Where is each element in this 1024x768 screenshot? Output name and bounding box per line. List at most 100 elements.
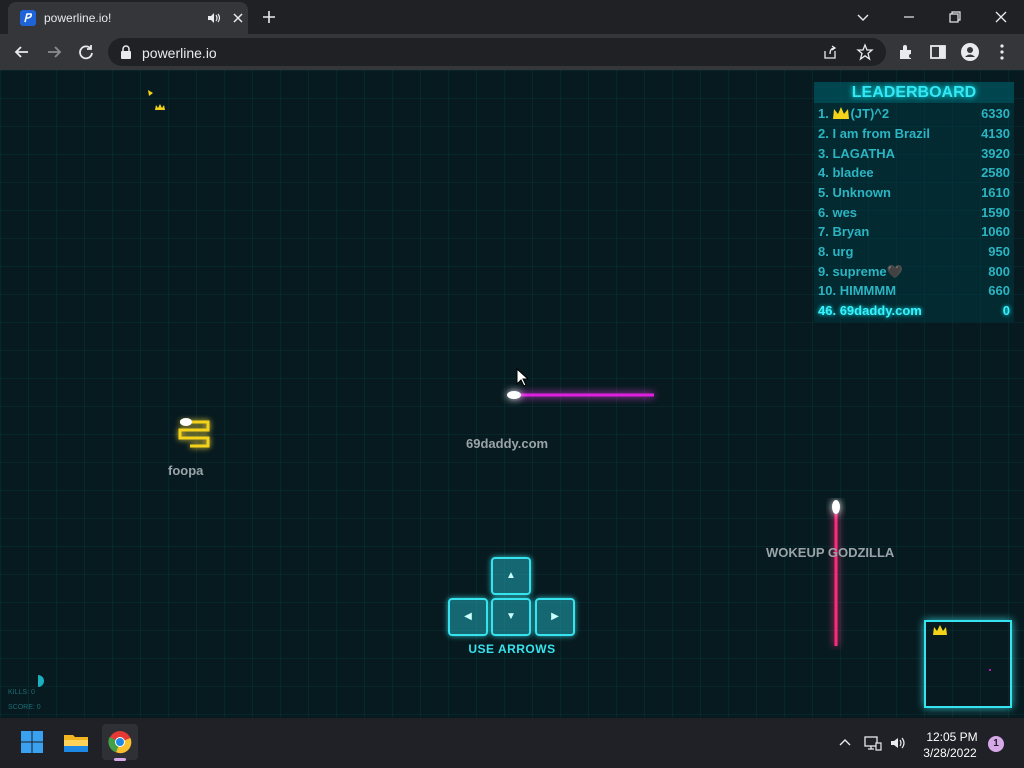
new-tab-icon[interactable] <box>260 8 278 26</box>
taskbar-clock-date[interactable]: 3/28/2022 <box>916 746 984 760</box>
browser-toolbar: powerline.io <box>0 34 1024 70</box>
leaderboard-rank: 5. <box>818 185 829 200</box>
file-explorer-button[interactable] <box>58 724 94 760</box>
arrow-left-icon: ◀ <box>464 611 472 622</box>
leaderboard-score: 2580 <box>981 165 1010 180</box>
restore-icon[interactable] <box>944 6 966 28</box>
minimap <box>924 620 1012 708</box>
boost-indicator-icon <box>38 675 44 687</box>
leaderboard-rank: 10. <box>818 283 837 298</box>
leaderboard-row: 2. I am from Brazil 4130 <box>818 126 1010 144</box>
minimize-icon[interactable] <box>898 6 920 28</box>
taskbar-clock-time[interactable]: 12:05 PM <box>920 730 984 744</box>
bookmark-star-icon[interactable] <box>856 43 874 61</box>
leaderboard-row: 5. Unknown 1610 <box>818 185 1010 203</box>
arrow-up-icon: ▲ <box>506 570 516 581</box>
foopa-snake <box>178 418 210 448</box>
leaderboard-rank: 1. <box>818 106 829 121</box>
leaderboard-name: (JT)^2 <box>850 106 890 121</box>
score-stat: SCORE: 0 <box>8 704 41 711</box>
url-text[interactable]: powerline.io <box>142 45 217 61</box>
use-arrows-hint: USE ARROWS <box>468 642 556 656</box>
folder-icon <box>64 735 88 752</box>
network-icon[interactable] <box>862 733 882 753</box>
chrome-taskbar-button[interactable] <box>102 724 138 761</box>
leaderboard-rank: 7. <box>818 224 829 239</box>
chrome-icon <box>108 731 132 754</box>
side-panel-icon[interactable] <box>928 42 948 62</box>
leaderboard-score: 1590 <box>981 205 1010 220</box>
close-window-icon[interactable] <box>990 6 1012 28</box>
address-bar[interactable]: powerline.io <box>108 38 886 66</box>
leaderboard-name: HIMMMM <box>839 283 897 298</box>
leaderboard-row: 10. HIMMMM 660 <box>818 283 1010 301</box>
mouse-cursor-icon <box>516 368 530 387</box>
leaderboard-row: 3. LAGATHA 3920 <box>818 146 1010 164</box>
reload-icon[interactable] <box>76 42 96 62</box>
arrow-down-button[interactable]: ▼ <box>491 598 531 636</box>
arrow-left-button[interactable]: ◀ <box>448 598 488 636</box>
godzilla-snake <box>832 500 840 646</box>
leaderboard-name: Bryan <box>832 224 870 239</box>
volume-icon[interactable] <box>888 733 908 753</box>
start-button[interactable] <box>14 724 50 760</box>
self-player-name: 69daddy.com <box>466 436 549 451</box>
back-icon[interactable] <box>12 42 32 62</box>
windows-logo-icon <box>21 731 43 753</box>
leaderboard-name: Unknown <box>832 185 891 200</box>
leaderboard-score: 950 <box>988 244 1010 259</box>
leaderboard-score: 660 <box>988 283 1010 298</box>
crown-marker-icon <box>148 90 165 110</box>
leaderboard-rank: 4. <box>818 165 829 180</box>
leaderboard-row: 1. (JT)^2 6330 <box>818 106 1010 124</box>
foopa-player-name: foopa <box>168 463 204 478</box>
powerline-favicon-icon <box>20 10 36 26</box>
leaderboard-rank: 3. <box>818 146 829 161</box>
leaderboard-rank: 6. <box>818 205 829 220</box>
leaderboard-row: 9. supreme🖤 800 <box>818 264 1010 282</box>
arrow-right-button[interactable]: ▶ <box>535 598 575 636</box>
tab-audio-icon[interactable] <box>206 10 222 26</box>
extensions-icon[interactable] <box>896 42 916 62</box>
leaderboard-name: bladee <box>832 165 874 180</box>
godzilla-player-name: WOKEUP GODZILLA <box>766 545 895 560</box>
notification-badge[interactable]: 1 <box>988 736 1004 752</box>
share-icon[interactable] <box>822 44 838 60</box>
leaderboard-rank: 46. <box>818 303 837 318</box>
minimap-crown-icon <box>933 625 947 635</box>
leaderboard-name: urg <box>832 244 854 259</box>
windows-taskbar: 12:05 PM 3/28/2022 1 <box>0 718 1024 768</box>
forward-icon[interactable] <box>44 42 64 62</box>
leaderboard-name: LAGATHA <box>832 146 896 161</box>
menu-kebab-icon[interactable] <box>992 42 1012 62</box>
browser-tab[interactable]: powerline.io! <box>8 2 248 34</box>
leaderboard-row: 7. Bryan 1060 <box>818 224 1010 242</box>
kills-stat: KILLS: 0 <box>8 689 35 696</box>
leaderboard-name: supreme🖤 <box>832 264 903 279</box>
leaderboard-score: 1610 <box>981 185 1010 200</box>
arrow-up-button[interactable]: ▲ <box>491 557 531 595</box>
arrow-right-icon: ▶ <box>551 611 559 622</box>
leaderboard-score: 6330 <box>981 106 1010 121</box>
leaderboard-row: 4. bladee 2580 <box>818 165 1010 183</box>
show-hidden-icons-chevron-icon[interactable] <box>836 734 854 752</box>
leaderboard-score: 1060 <box>981 224 1010 239</box>
arrow-down-icon: ▼ <box>506 611 516 622</box>
leaderboard-score: 4130 <box>981 126 1010 141</box>
leaderboard-rank: 8. <box>818 244 829 259</box>
tab-search-chevron-icon[interactable] <box>852 6 874 28</box>
game-canvas[interactable]: 69daddy.com foopa WOKEUP GODZILLA LEADER… <box>0 70 1024 718</box>
profile-avatar-icon[interactable] <box>960 42 980 62</box>
leaderboard-name: wes <box>832 205 858 220</box>
minimap-player-dot <box>989 669 991 671</box>
tab-title: powerline.io! <box>44 11 112 25</box>
leaderboard-rank: 2. <box>818 126 829 141</box>
leaderboard-score: 3920 <box>981 146 1010 161</box>
lock-icon[interactable] <box>120 45 132 59</box>
leaderboard-score: 800 <box>988 264 1010 279</box>
tab-close-icon[interactable] <box>232 12 244 24</box>
crown-icon <box>833 107 850 119</box>
leaderboard-name: I am from Brazil <box>832 126 930 141</box>
leaderboard-row: 6. wes 1590 <box>818 205 1010 223</box>
leaderboard-score: 0 <box>1002 303 1010 318</box>
